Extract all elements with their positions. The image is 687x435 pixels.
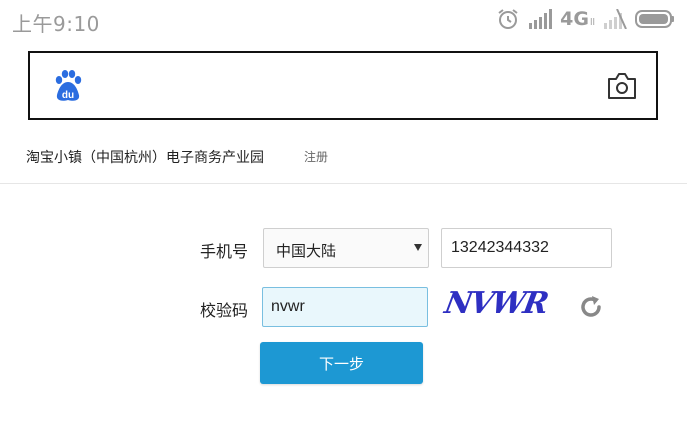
refresh-icon[interactable] — [577, 293, 605, 321]
captcha-image[interactable]: NVWR — [442, 284, 549, 324]
site-header: 淘宝小镇（中国杭州）电子商务产业园 注册 — [0, 140, 687, 184]
country-select[interactable]: 中国大陆 — [263, 228, 429, 268]
status-icons: 4G ll — [496, 7, 675, 31]
captcha-input[interactable] — [262, 287, 428, 327]
next-step-button[interactable]: 下一步 — [260, 342, 423, 384]
captcha-image-text: NVWR — [441, 286, 550, 321]
network-type: 4G — [560, 8, 589, 30]
phone-label: 手机号 — [200, 242, 249, 261]
status-time: 上午9:10 — [12, 12, 100, 36]
register-link[interactable]: 注册 — [304, 148, 328, 165]
site-title: 淘宝小镇（中国杭州）电子商务产业园 — [26, 150, 264, 166]
country-value: 中国大陆 — [276, 242, 337, 260]
search-bar[interactable]: du — [28, 51, 658, 120]
network-activity: ll — [589, 18, 595, 28]
baidu-paw-logo: du — [55, 70, 82, 101]
baidu-logo-text: du — [62, 90, 74, 101]
status-bar: 上午9:10 4G ll — [0, 0, 687, 40]
captcha-label: 校验码 — [200, 301, 249, 320]
camera-icon[interactable] — [606, 71, 638, 101]
alarm-icon — [498, 9, 518, 29]
dropdown-arrow-icon — [414, 244, 422, 251]
battery-icon — [635, 10, 674, 28]
signal-secondary-icon — [604, 9, 627, 29]
signal-icon — [529, 9, 553, 29]
phone-input[interactable] — [441, 228, 612, 268]
